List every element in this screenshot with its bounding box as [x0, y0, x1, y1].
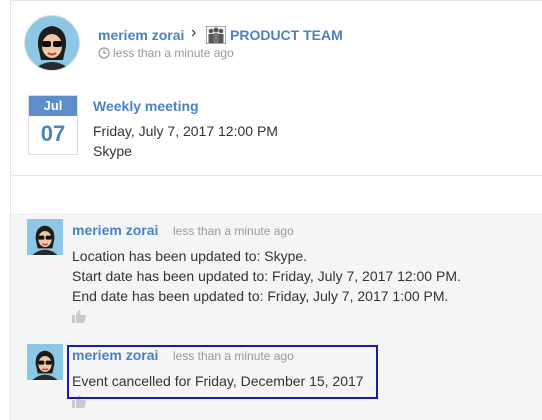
comment-text-line: End date has been updated to: Friday, Ju…: [72, 288, 449, 304]
event-title-link[interactable]: Weekly meeting: [93, 98, 199, 114]
event-location: Skype: [93, 143, 132, 159]
thumbs-up-icon[interactable]: [72, 310, 86, 323]
activity-card: meriem zorai › PRODUCT TEAM less than a …: [10, 0, 542, 420]
comments-section: meriem zorai less than a minute ago Loca…: [11, 213, 542, 420]
clock-icon: [98, 46, 110, 59]
comment-author-link[interactable]: meriem zorai: [72, 222, 158, 238]
event-date-badge: Jul 07: [28, 95, 78, 155]
comment-text-line: Start date has been updated to: Friday, …: [72, 268, 461, 284]
avatar[interactable]: [25, 16, 79, 70]
selection-highlight: [67, 345, 378, 399]
team-link[interactable]: PRODUCT TEAM: [230, 27, 343, 43]
avatar[interactable]: [27, 344, 63, 380]
avatar[interactable]: [27, 219, 63, 255]
comment-timestamp: less than a minute ago: [173, 224, 294, 238]
breadcrumb-separator: ›: [191, 24, 197, 41]
team-icon: [205, 25, 227, 45]
post-author-link[interactable]: meriem zorai: [98, 27, 184, 43]
event-datetime: Friday, July 7, 2017 12:00 PM: [93, 123, 278, 139]
post-header: meriem zorai › PRODUCT TEAM less than a …: [11, 0, 542, 176]
post-timestamp: less than a minute ago: [113, 46, 234, 60]
event-day: 07: [40, 121, 66, 146]
event-month: Jul: [29, 96, 77, 116]
divider: [11, 175, 542, 176]
comment-text-line: Location has been updated to: Skype.: [72, 248, 308, 264]
